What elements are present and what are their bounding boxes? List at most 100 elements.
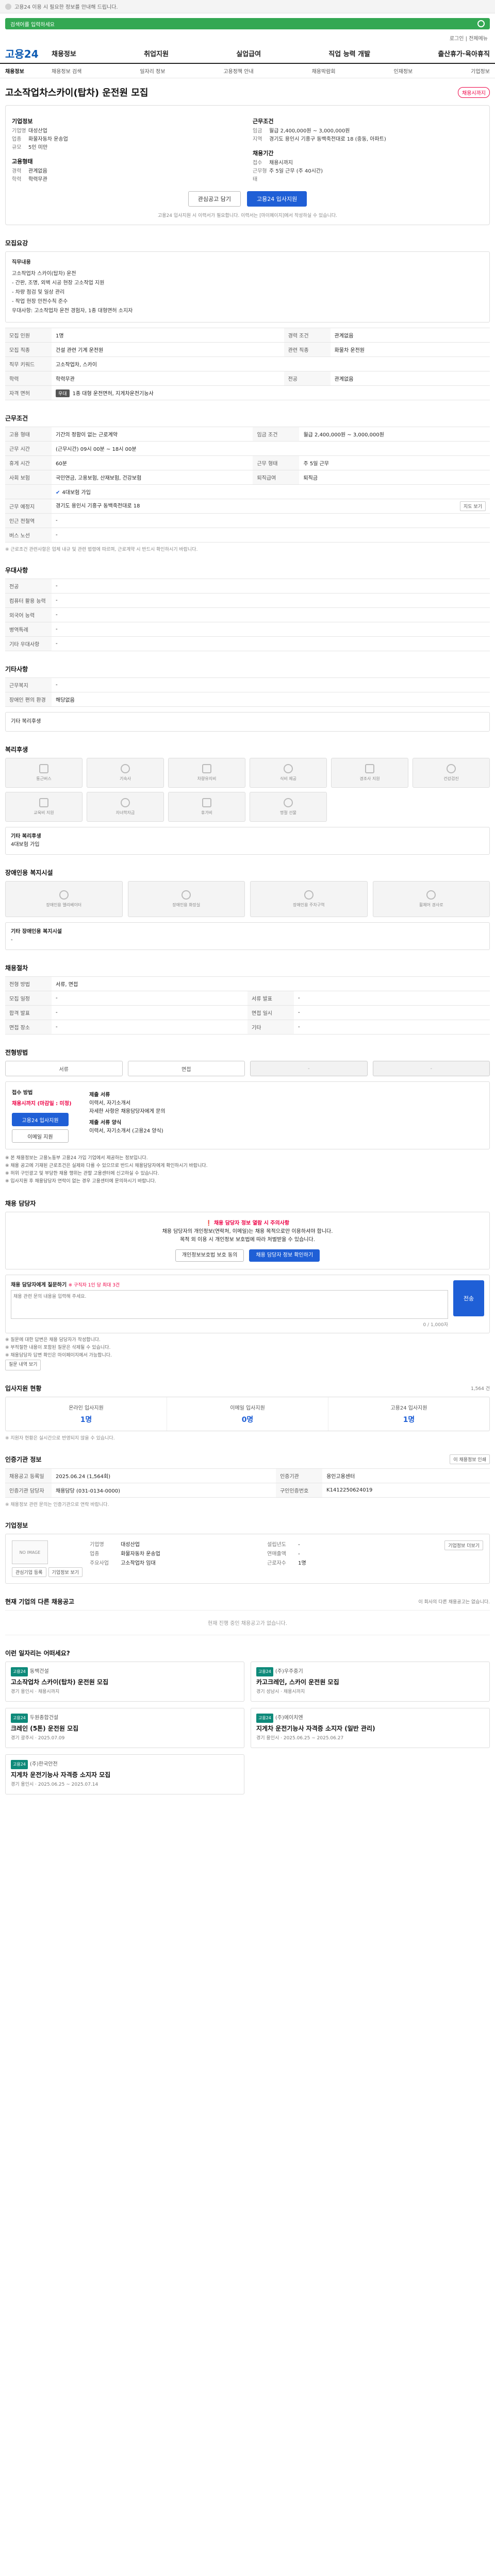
rec-title[interactable]: 고소작업차 스카이(탑차) 운전원 모집 bbox=[11, 1678, 239, 1686]
rec-title[interactable]: 지게차 운전기능사 자격증 소지자 (일반 관리) bbox=[256, 1724, 484, 1733]
etc-table: 근무복지 - 장애인 편의 환경 해당없음 bbox=[5, 677, 490, 707]
all-menu-link[interactable]: 전체메뉴 bbox=[469, 36, 488, 42]
doc-head: 제출 서류 bbox=[89, 1092, 110, 1098]
contact-alert-head-text: 채용 담당자 정보 열람 시 주의사항 bbox=[213, 1221, 290, 1226]
subnav-item[interactable]: 기업정보 bbox=[471, 67, 490, 75]
subnav-item[interactable]: 채용박람회 bbox=[312, 67, 336, 75]
gnb-menu-item[interactable]: 직업 능력 개발 bbox=[328, 48, 370, 58]
company-info-key: 설립년도 bbox=[267, 1542, 286, 1548]
welfare-key: 병역특례 bbox=[5, 622, 52, 637]
condition-key: 임금 bbox=[253, 128, 262, 134]
rec-company: (주)한국안전 bbox=[29, 1761, 58, 1767]
subnav-item[interactable]: 채용정보 검색 bbox=[52, 67, 81, 75]
etc-title: 기타사항 bbox=[5, 666, 28, 673]
benefit-icon bbox=[121, 798, 130, 807]
question-hint: ※ 구직자 1인 당 최대 3건 bbox=[68, 1283, 120, 1288]
work-value: 국민연금, 고용보험, 산재보험, 건강보험 bbox=[52, 470, 253, 485]
req-head: 제출 서류 양식 bbox=[89, 1120, 122, 1126]
question-box: 채용 담당자에게 질문하기 ※ 구직자 1인 당 최대 3건 0 / 1,000… bbox=[5, 1275, 490, 1333]
duty-value: 1명 bbox=[52, 328, 284, 343]
company-view-button[interactable]: 기업정보 보기 bbox=[48, 1567, 83, 1577]
recruit-value: - bbox=[52, 1020, 248, 1035]
process-step: 면접 bbox=[127, 1061, 245, 1076]
work-key: 근무 형태 bbox=[253, 455, 300, 470]
process-step: - bbox=[250, 1061, 368, 1076]
recruit-value: - bbox=[294, 1020, 490, 1035]
disabled-label: 장애인용 주차구역 bbox=[293, 903, 325, 907]
subnav-item[interactable]: 고용정책 안내 bbox=[223, 67, 253, 75]
rec-title[interactable]: 크레인 (5톤) 운전원 모집 bbox=[11, 1724, 239, 1733]
gnb-menu-item[interactable]: 취업지원 bbox=[144, 48, 169, 58]
view-contact-button[interactable]: 채용 담당자 정보 확인하기 bbox=[249, 1249, 320, 1262]
gnb-menu-item[interactable]: 채용정보 bbox=[52, 48, 76, 58]
recruit-title: 채용절차 bbox=[5, 964, 28, 972]
etc-more: 기타 복리후생 bbox=[11, 719, 41, 724]
duty-line: - 작업 현장 안전수칙 준수 bbox=[12, 299, 68, 304]
company-info-right: 설립년도 - 연매출액 - 근로자수 1명 bbox=[267, 1540, 437, 1577]
benefit-cards: 통근버스 기숙사 차량유지비 식비 제공 경조사 지원 건강검진 교육비 지원 자녀학자금 휴가… bbox=[5, 758, 490, 822]
work-row: 근무 시간 (근무시간) 09시 00분 ~ 18시 00분 bbox=[5, 441, 490, 456]
accessibility-icon bbox=[304, 890, 314, 900]
recommend-list: 고용24 동백건설 고소작업차 스카이(탑차) 운전원 모집 경기 용인시 · 채용시… bbox=[5, 1662, 490, 1794]
question-input[interactable] bbox=[11, 1290, 448, 1319]
site-logo[interactable]: 고용24 bbox=[5, 46, 52, 61]
stat-label: 온라인 입사지원 bbox=[69, 1405, 104, 1411]
recruit-value: - bbox=[52, 1005, 248, 1020]
rec-meta: 경기 용인시 · 2025.06.25 ~ 2025.06.27 bbox=[256, 1736, 344, 1741]
stat-label: 고용24 입사지원 bbox=[390, 1405, 427, 1411]
recommended-job-card[interactable]: 고용24 (주)한국안전 지게차 운전기능사 자격증 소지자 모집 경기 용인시 · … bbox=[5, 1754, 244, 1794]
company-info-row: 주요사업 고소작업차 임대 bbox=[90, 1559, 260, 1568]
rec-company: 두원종합건설 bbox=[29, 1715, 59, 1721]
print-button[interactable]: 이 채용정보 인쇄 bbox=[450, 1454, 490, 1464]
etc-row: 근무복지 - bbox=[5, 677, 490, 692]
company-info-row: 기업명 대성산업 bbox=[90, 1540, 260, 1550]
company-title: 기업정보 bbox=[5, 1522, 28, 1529]
rec-title[interactable]: 카고크레인, 스카이 운전원 모집 bbox=[256, 1678, 484, 1686]
process-apply-button[interactable]: 고용24 입사지원 bbox=[12, 1113, 69, 1126]
search-icon[interactable] bbox=[477, 20, 485, 27]
rec-title[interactable]: 지게차 운전기능사 자격증 소지자 모집 bbox=[11, 1771, 239, 1779]
gnb-menu-item[interactable]: 실업급여 bbox=[236, 48, 261, 58]
rec-company: (주)에이치엔 bbox=[275, 1715, 303, 1721]
map-button[interactable]: 지도 보기 bbox=[460, 501, 486, 511]
info-icon bbox=[5, 3, 11, 10]
check-icon: ✔ bbox=[56, 490, 60, 496]
recommended-job-card[interactable]: 고용24 (주)우주중기 카고크레인, 스카이 운전원 모집 경기 성남시 · 채용시… bbox=[251, 1662, 490, 1702]
content: 고소작업차스카이(탑차) 운전원 모집 채용시까지 기업정보 기업명 대성산업 업종… bbox=[0, 86, 495, 1825]
duty-value: 건설 관련 기계 운전원 bbox=[52, 342, 284, 357]
question-label: 채용 담당자에게 질문하기 ※ 구직자 1인 당 최대 3건 bbox=[11, 1280, 448, 1288]
disabled-label: 장애인용 화장실 bbox=[172, 903, 201, 907]
email-apply-button[interactable]: 이메일 지원 bbox=[12, 1129, 69, 1143]
doc-value: 이력서, 자기소개서 bbox=[89, 1100, 130, 1106]
apply-box: 접수 방법 채용시까지 (마감일 : 미정) 고용24 입사지원 이메일 지원 … bbox=[5, 1081, 490, 1149]
company-detail-button[interactable]: 기업정보 더보기 bbox=[444, 1540, 484, 1550]
stats-box: 온라인 입사지원 1명 이메일 입사지원 0명 고용24 입사지원 1명 bbox=[5, 1397, 490, 1431]
recommended-job-card[interactable]: 고용24 동백건설 고소작업차 스카이(탑차) 운전원 모집 경기 용인시 · 채용시… bbox=[5, 1662, 244, 1702]
apply-button[interactable]: 고용24 입사지원 bbox=[247, 191, 307, 207]
subnav-item[interactable]: 인재정보 bbox=[393, 67, 412, 75]
top-notice-bar: 고용24 이용 시 필요한 정보를 안내해 드립니다. bbox=[0, 0, 495, 13]
recommended-job-card[interactable]: 고용24 두원종합건설 크레인 (5톤) 운전원 모집 경기 광주시 · 2025.0… bbox=[5, 1708, 244, 1748]
duty-key: 관련 직종 bbox=[284, 342, 331, 357]
rec-source-badge: 고용24 bbox=[11, 1760, 28, 1769]
disabled-label: 휠체어 경사로 bbox=[419, 903, 443, 907]
company-key: 업종 bbox=[12, 137, 22, 142]
scrap-button[interactable]: 관심공고 담기 bbox=[188, 191, 241, 207]
privacy-agree-button[interactable]: 개인정보보호법 보호 동의 bbox=[175, 1249, 244, 1262]
process-bullet: ※ 허위 구인광고 및 부당한 채용 행위는 관할 고용센터에 신고하실 수 있… bbox=[5, 1171, 159, 1176]
recommended-job-card[interactable]: 고용24 (주)에이치엔 지게차 운전기능사 자격증 소지자 (일반 관리) 경기 용… bbox=[251, 1708, 490, 1748]
question-send-button[interactable]: 전송 bbox=[453, 1280, 484, 1316]
question-history-button[interactable]: 질문 내역 보기 bbox=[5, 1360, 41, 1370]
login-link[interactable]: 로그인 bbox=[450, 36, 464, 42]
benefit-more-head: 기타 복리후생 bbox=[11, 834, 41, 839]
disabled-cards: 장애인용 엘리베이터 장애인용 화장실 장애인용 주차구역 휠체어 경사로 bbox=[5, 881, 490, 917]
job-summary: 기업정보 기업명 대성산업 업종 화물자동차 운송업 규모 5인 미만 고용형태 경력 관계… bbox=[5, 105, 490, 225]
employment-value: 관계없음 bbox=[28, 168, 47, 174]
gnb-menu-item[interactable]: 출산휴가·육아휴직 bbox=[438, 48, 490, 58]
subnav-item[interactable]: 일자리 정보 bbox=[140, 67, 165, 75]
search-input[interactable]: 검색어를 입력하세요 bbox=[5, 18, 490, 29]
benefit-label: 교육비 지원 bbox=[34, 810, 54, 815]
recruit-key: 기타 bbox=[248, 1020, 294, 1035]
follow-company-button[interactable]: 관심기업 등록 bbox=[12, 1567, 46, 1577]
duty-title: 모집요강 bbox=[5, 240, 28, 247]
